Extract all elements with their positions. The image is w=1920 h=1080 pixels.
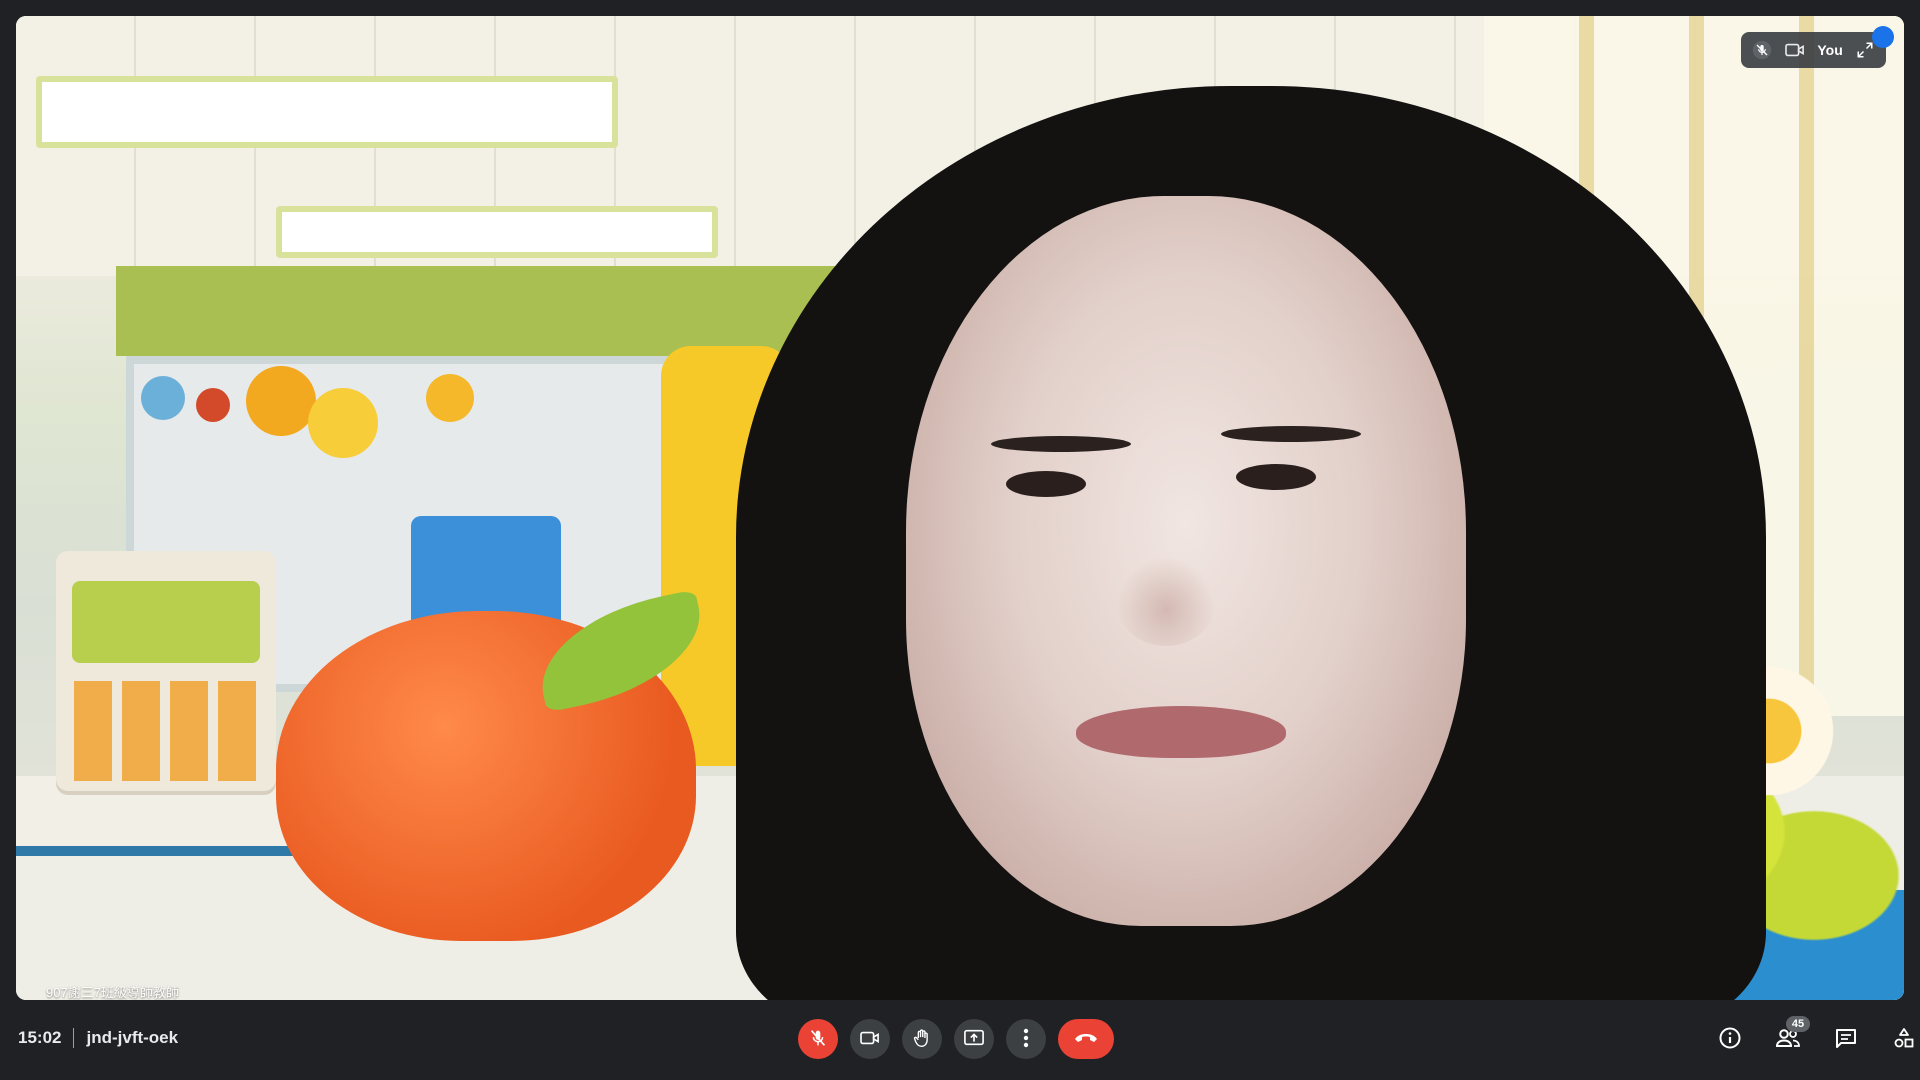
calculator-keys [74,681,264,781]
mic-off-icon [807,1027,829,1052]
camera-icon [859,1029,881,1050]
divider [73,1028,75,1048]
present-icon [963,1028,985,1051]
mic-off-icon [1751,39,1773,61]
self-view-chip[interactable]: You [1741,32,1886,68]
meeting-details: 15:02 jnd-jvft-oek [18,1028,178,1048]
speaking-indicator [1872,26,1894,48]
camera-button[interactable] [850,1019,890,1059]
main-video-tile: 907謝三7班級導師教師 [16,16,1904,1000]
activities-icon [1892,1026,1916,1055]
meeting-tools: 45 [1712,1016,1920,1058]
participant-brow [1221,426,1361,442]
planet [308,388,378,458]
participant-brow [991,436,1131,452]
meeting-code: jnd-jvft-oek [86,1028,179,1047]
meeting-info-button[interactable] [1712,1022,1748,1058]
meeting-time: 15:02 [18,1028,62,1047]
raise-hand-icon [911,1027,933,1052]
raise-hand-button[interactable] [902,1019,942,1059]
participant-nose [1116,556,1216,646]
planet [141,376,185,420]
video-caption: 907謝三7班級導師教師 [46,985,179,1000]
more-options-button[interactable] [1006,1019,1046,1059]
people-button[interactable]: 45 [1770,1016,1810,1058]
calculator-character [56,551,276,791]
chat-icon [1834,1027,1858,1054]
participant-eye [1006,471,1086,497]
info-icon [1718,1026,1742,1055]
present-button[interactable] [954,1019,994,1059]
microphone-button[interactable] [798,1019,838,1059]
end-call-icon [1073,1031,1099,1048]
chat-button[interactable] [1828,1022,1864,1058]
participant-count-badge: 45 [1786,1016,1810,1032]
more-options-icon [1023,1028,1029,1051]
planet [426,374,474,422]
activities-button[interactable] [1886,1022,1920,1058]
planet [246,366,316,436]
camera-icon [1784,39,1806,61]
participant-mouth [1076,706,1286,758]
participant-eye [1236,464,1316,490]
ceiling-light [36,76,618,148]
planet [196,388,230,422]
ceiling-light [276,206,718,258]
calculator-screen [72,581,260,663]
self-view-label: You [1817,42,1843,58]
end-call-button[interactable] [1058,1019,1114,1059]
call-controls [798,1019,1114,1059]
